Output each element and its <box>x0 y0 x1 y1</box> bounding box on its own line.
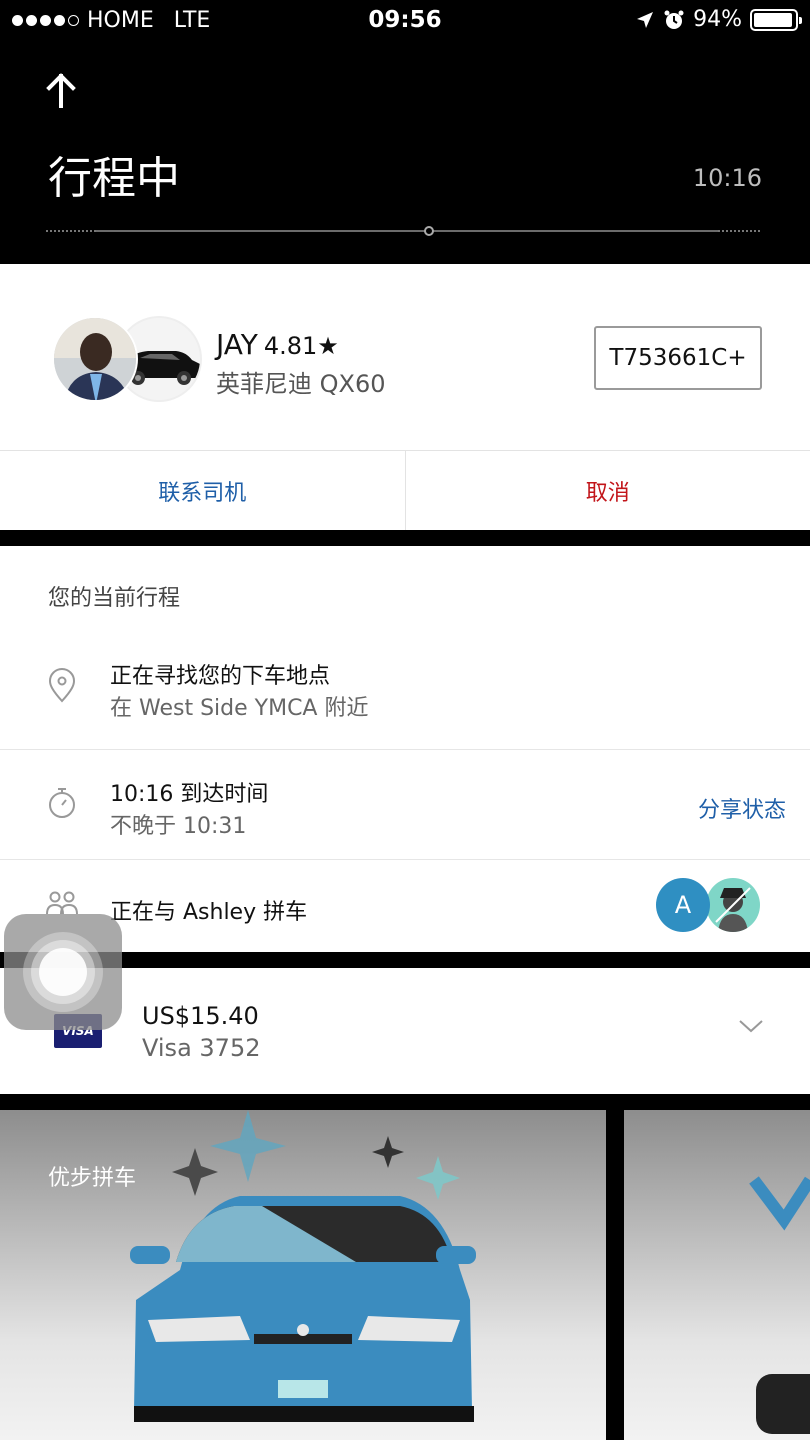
section-title: 您的当前行程 <box>48 586 181 611</box>
uberpool-promo-banner[interactable]: 优步拼车 <box>0 1110 606 1440</box>
dropoff-title: 正在寻找您的下车地点 <box>110 664 331 689</box>
vehicle-model: 英菲尼迪 QX60 <box>216 370 386 398</box>
rider-avatar-initial: A <box>656 878 710 932</box>
arrival-latest: 不晚于 10:31 <box>110 814 247 839</box>
trip-header: 行程中 10:16 <box>0 42 810 264</box>
location-pin-icon <box>48 668 76 703</box>
arrival-row: 10:16 到达时间 不晚于 10:31 分享状态 <box>0 750 810 860</box>
status-bar: HOME LTE 09:56 94% <box>0 0 810 42</box>
battery-icon <box>750 8 802 31</box>
driver-rating: 4.81★ <box>263 332 339 360</box>
assistive-touch-button[interactable] <box>4 914 122 1030</box>
chevron-down-icon[interactable] <box>738 1018 764 1034</box>
page-title: 行程中 <box>48 153 180 204</box>
location-arrow-icon <box>637 11 654 28</box>
eta-time: 10:16 <box>692 164 762 192</box>
up-arrow-icon[interactable] <box>40 70 82 112</box>
driver-name-text: JAY <box>216 328 258 361</box>
promo-illustration <box>749 1176 810 1434</box>
promo-label: 优步拼车 <box>48 1166 137 1191</box>
driver-name: JAY 4.81★ <box>216 328 339 361</box>
license-plate: T753661C+ <box>594 326 762 390</box>
dropoff-row[interactable]: 正在寻找您的下车地点 在 West Side YMCA 附近 <box>0 640 810 750</box>
current-trip-card: 您的当前行程 正在寻找您的下车地点 在 West Side YMCA 附近 10… <box>0 546 810 952</box>
progress-knob <box>424 226 434 236</box>
promo-banner-next[interactable] <box>624 1110 810 1440</box>
trip-progress-bar <box>46 226 760 236</box>
rider-avatar <box>706 878 760 932</box>
alarm-icon <box>664 10 684 29</box>
driver-actions: 联系司机 取消 <box>0 450 810 530</box>
share-status-button[interactable]: 分享状态 <box>698 792 786 824</box>
status-right: 94% <box>635 7 802 32</box>
payment-method: Visa 3752 <box>142 1034 261 1062</box>
cancel-trip-button[interactable]: 取消 <box>406 451 810 530</box>
battery-percent: 94% <box>693 7 742 32</box>
pool-partner-text: 正在与 Ashley 拼车 <box>110 900 308 925</box>
contact-driver-button[interactable]: 联系司机 <box>0 451 406 530</box>
dropoff-subtitle: 在 West Side YMCA 附近 <box>110 696 369 721</box>
driver-avatar[interactable] <box>52 316 138 402</box>
driver-card: JAY 4.81★ 英菲尼迪 QX60 T753661C+ 联系司机 取消 <box>0 264 810 530</box>
arrival-time: 10:16 到达时间 <box>110 782 269 807</box>
fare-price: US$15.40 <box>142 1002 259 1030</box>
timer-icon <box>49 788 75 818</box>
